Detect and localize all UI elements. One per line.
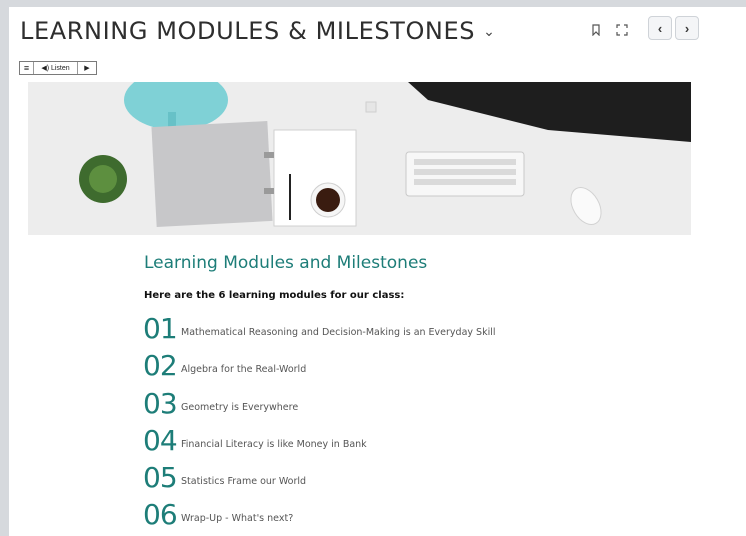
module-number: 01 [143,312,178,345]
module-number: 03 [143,387,178,420]
chevron-left-icon: ‹ [657,20,663,36]
next-page-button[interactable]: › [675,16,699,40]
page-title-text: LEARNING MODULES & MILESTONES [20,17,476,45]
module-title: Geometry is Everywhere [181,402,299,413]
section-heading: Learning Modules and Milestones [144,253,428,273]
module-number: 06 [143,498,178,531]
listen-button[interactable]: ◀) Listen [34,62,78,74]
module-item: 02 Algebra for the Real-World [143,350,306,380]
play-icon[interactable]: ▶ [78,62,96,74]
bookmark-icon[interactable] [586,20,606,40]
page-title[interactable]: LEARNING MODULES & MILESTONES ⌄ [20,17,495,45]
menu-icon[interactable]: ≡ [20,62,34,74]
module-item: 05 Statistics Frame our World [143,462,306,492]
module-item: 03 Geometry is Everywhere [143,388,298,418]
chevron-right-icon: › [684,20,690,36]
module-number: 04 [143,424,178,457]
module-item: 01 Mathematical Reasoning and Decision-M… [143,313,496,343]
module-title: Algebra for the Real-World [181,364,307,375]
fullscreen-icon[interactable] [612,20,632,40]
hero-image [28,82,691,235]
readspeaker-toolbar: ≡ ◀) Listen ▶ [19,61,97,75]
module-item: 04 Financial Literacy is like Money in B… [143,425,367,455]
module-title: Statistics Frame our World [181,476,307,487]
module-title: Financial Literacy is like Money in Bank [181,439,367,450]
module-title: Wrap-Up - What's next? [181,513,294,524]
module-number: 05 [143,461,178,494]
previous-page-button[interactable]: ‹ [648,16,672,40]
intro-text: Here are the 6 learning modules for our … [144,290,405,301]
module-title: Mathematical Reasoning and Decision-Maki… [181,327,496,338]
module-number: 02 [143,349,178,382]
chevron-down-icon[interactable]: ⌄ [483,24,495,40]
desk-illustration [28,82,691,235]
module-item: 06 Wrap-Up - What's next? [143,499,293,529]
